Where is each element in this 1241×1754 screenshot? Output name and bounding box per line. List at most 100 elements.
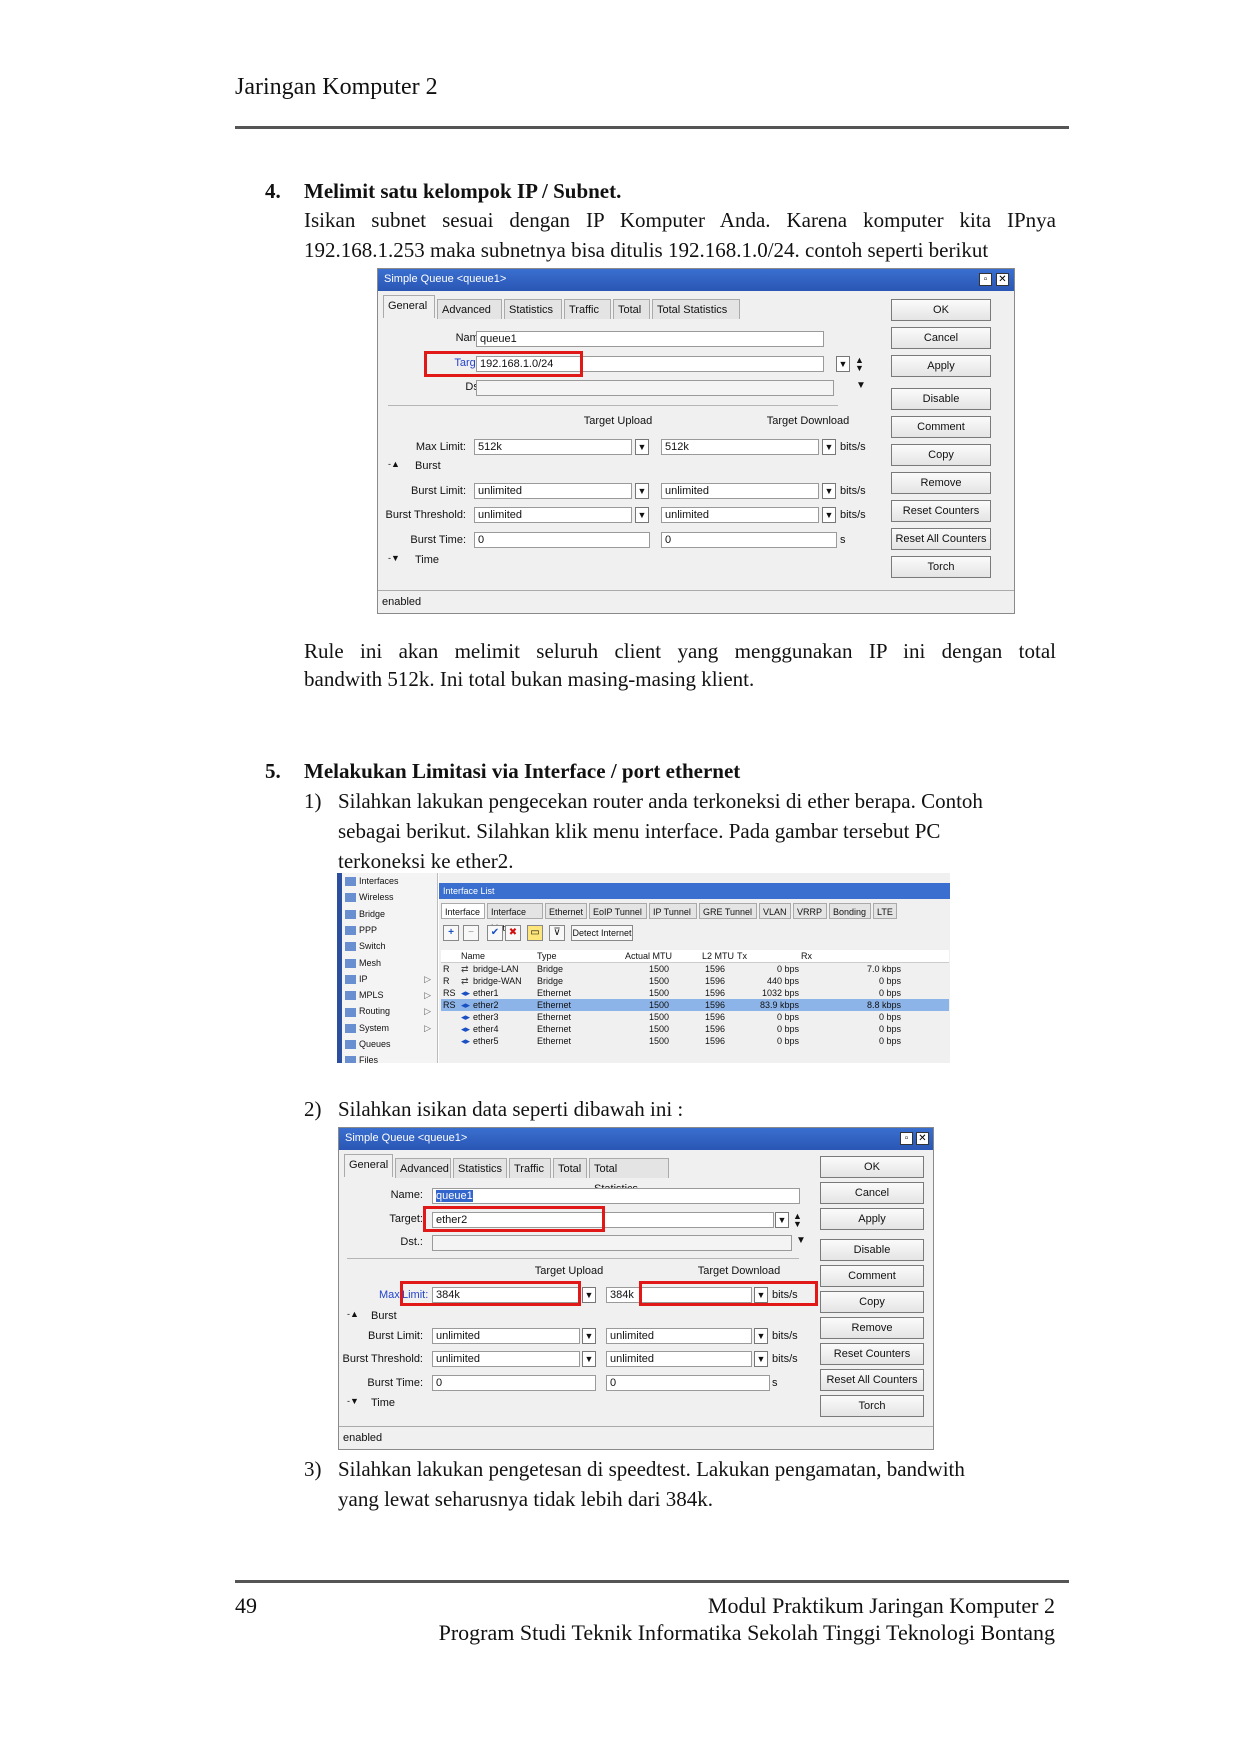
max-limit-upload-dropdown-icon[interactable]: ▼ [635,439,649,455]
table-row[interactable]: ◂▸ ether5 Ethernet 1500 1596 0 bps 0 bps [441,1035,949,1047]
menu-item[interactable]: Wireless [345,889,435,905]
tab-statistics[interactable]: Statistics [504,299,562,319]
comment-button[interactable]: Comment [891,416,991,438]
comment-button[interactable]: Comment [820,1265,924,1287]
up-down-arrows-icon[interactable]: ▲ ▼ [855,356,864,373]
time-section-label[interactable]: Time [371,1397,395,1409]
menu-item[interactable]: Queues [345,1036,435,1052]
burst-threshold-download-input[interactable]: unlimited [606,1351,752,1367]
column-header-tx[interactable]: Tx [737,950,747,962]
column-header-type[interactable]: Type [537,950,557,962]
tab-vlan[interactable]: VLAN [759,903,791,919]
max-limit-download-input[interactable]: 512k [661,439,819,455]
minus-icon[interactable]: − [463,925,479,941]
tab-lte[interactable]: LTE [873,903,897,919]
burst-time-upload-input[interactable]: 0 [474,532,650,548]
dst-dropdown-icon[interactable]: ▼ [796,1235,806,1246]
burst-section-label[interactable]: Burst [371,1310,397,1322]
burst-time-upload-input[interactable]: 0 [432,1375,596,1391]
tab-general[interactable]: General [344,1154,393,1177]
menu-item[interactable]: Bridge [345,906,435,922]
tab-traffic[interactable]: Traffic [564,299,611,319]
ok-button[interactable]: OK [891,299,991,321]
burst-time-download-input[interactable]: 0 [661,532,837,548]
tab-advanced[interactable]: Advanced [395,1158,451,1178]
remove-button[interactable]: Remove [891,472,991,494]
burst-limit-download-dropdown-icon[interactable]: ▼ [822,483,836,499]
tab-advanced[interactable]: Advanced [437,299,502,319]
max-limit-download-dropdown-icon[interactable]: ▼ [822,439,836,455]
menu-item[interactable]: Routing ▷ [345,1003,435,1019]
table-row[interactable]: ◂▸ RS ether1 Ethernet 1500 1596 1032 bps 0 bps [441,987,949,999]
tab-total[interactable]: Total [553,1158,587,1178]
time-section-label[interactable]: Time [415,554,439,566]
filter-icon[interactable]: ⊽ [549,925,565,941]
time-expand-icon[interactable]: -▼ [388,553,400,563]
tab-total-statistics[interactable]: Total Statistics [589,1158,669,1195]
time-expand-icon[interactable]: -▼ [347,1396,359,1406]
column-header-name[interactable]: Name [461,950,485,962]
detect-internet-button[interactable]: Detect Internet [571,925,633,941]
column-header-l2-mtu[interactable]: L2 MTU [702,950,734,962]
tab-general[interactable]: General [383,295,435,318]
table-row[interactable]: ⇄ Rbridge-WAN Bridge 1500 1596 440 bps 0 bps [441,975,949,987]
torch-button[interactable]: Torch [820,1395,924,1417]
tab-traffic[interactable]: Traffic [509,1158,551,1178]
maximize-icon[interactable]: ▫ [900,1132,913,1145]
dropdown-arrow-icon[interactable]: ▼ [836,356,850,372]
reset-counters-button[interactable]: Reset Counters [820,1343,924,1365]
dst-dropdown-icon[interactable]: ▼ [856,380,866,391]
add-icon[interactable]: + [443,925,459,941]
menu-item[interactable]: MPLS ▷ [345,987,435,1003]
tab-interface[interactable]: Interface [441,903,485,919]
tab-ethernet[interactable]: Ethernet [545,903,587,919]
burst-threshold-upload-dropdown-icon[interactable]: ▼ [635,507,649,523]
remove-button[interactable]: Remove [820,1317,924,1339]
disable-button[interactable]: Disable [820,1239,924,1261]
name-input[interactable]: queue1 [432,1188,800,1204]
burst-threshold-upload-input[interactable]: unlimited [432,1351,580,1367]
table-row[interactable]: ⇄ Rbridge-LAN Bridge 1500 1596 0 bps 7.0 kbps [441,963,949,975]
burst-limit-upload-input[interactable]: unlimited [474,483,632,499]
burst-collapse-icon[interactable]: -▲ [347,1309,359,1319]
apply-button[interactable]: Apply [820,1208,924,1230]
tab-total[interactable]: Total [613,299,650,319]
tab-vrrp[interactable]: VRRP [793,903,827,919]
burst-threshold-download-input[interactable]: unlimited [661,507,819,523]
tab-interface-list[interactable]: Interface List [487,903,543,933]
max-limit-upload-input[interactable]: 512k [474,439,632,455]
menu-item[interactable]: System ▷ [345,1020,435,1036]
max-limit-upload-dropdown-icon[interactable]: ▼ [582,1287,596,1303]
burst-threshold-upload-dropdown-icon[interactable]: ▼ [582,1351,596,1367]
burst-limit-download-input[interactable]: unlimited [661,483,819,499]
burst-limit-download-input[interactable]: unlimited [606,1328,752,1344]
apply-button[interactable]: Apply [891,355,991,377]
menu-item[interactable]: Mesh [345,955,435,971]
dropdown-arrow-icon[interactable]: ▼ [775,1212,789,1228]
close-icon[interactable]: ✕ [996,273,1009,286]
tab-ip-tunnel[interactable]: IP Tunnel [649,903,697,919]
tab-total-statistics[interactable]: Total Statistics [652,299,740,319]
cancel-button[interactable]: Cancel [891,327,991,349]
reset-counters-button[interactable]: Reset Counters [891,500,991,522]
burst-limit-upload-dropdown-icon[interactable]: ▼ [635,483,649,499]
burst-collapse-icon[interactable]: -▲ [388,459,400,469]
name-input[interactable]: queue1 [476,331,824,347]
column-header-rx[interactable]: Rx [801,950,812,962]
torch-button[interactable]: Torch [891,556,991,578]
tab-bonding[interactable]: Bonding [829,903,871,919]
burst-limit-upload-input[interactable]: unlimited [432,1328,580,1344]
burst-threshold-upload-input[interactable]: unlimited [474,507,632,523]
reset-all-counters-button[interactable]: Reset All Counters [891,528,991,550]
burst-limit-download-dropdown-icon[interactable]: ▼ [754,1328,768,1344]
burst-limit-upload-dropdown-icon[interactable]: ▼ [582,1328,596,1344]
disable-x-icon[interactable]: ✖ [505,925,521,941]
comment-note-icon[interactable]: ▭ [527,925,543,941]
table-row[interactable]: ◂▸ RS ether2 Ethernet 1500 1596 83.9 kbps 8.8 k… [441,999,949,1011]
burst-threshold-download-dropdown-icon[interactable]: ▼ [822,507,836,523]
close-icon[interactable]: ✕ [916,1132,929,1145]
maximize-icon[interactable]: ▫ [979,273,992,286]
cancel-button[interactable]: Cancel [820,1182,924,1204]
burst-section-label[interactable]: Burst [415,460,441,472]
tab-eoip-tunnel[interactable]: EoIP Tunnel [589,903,647,919]
